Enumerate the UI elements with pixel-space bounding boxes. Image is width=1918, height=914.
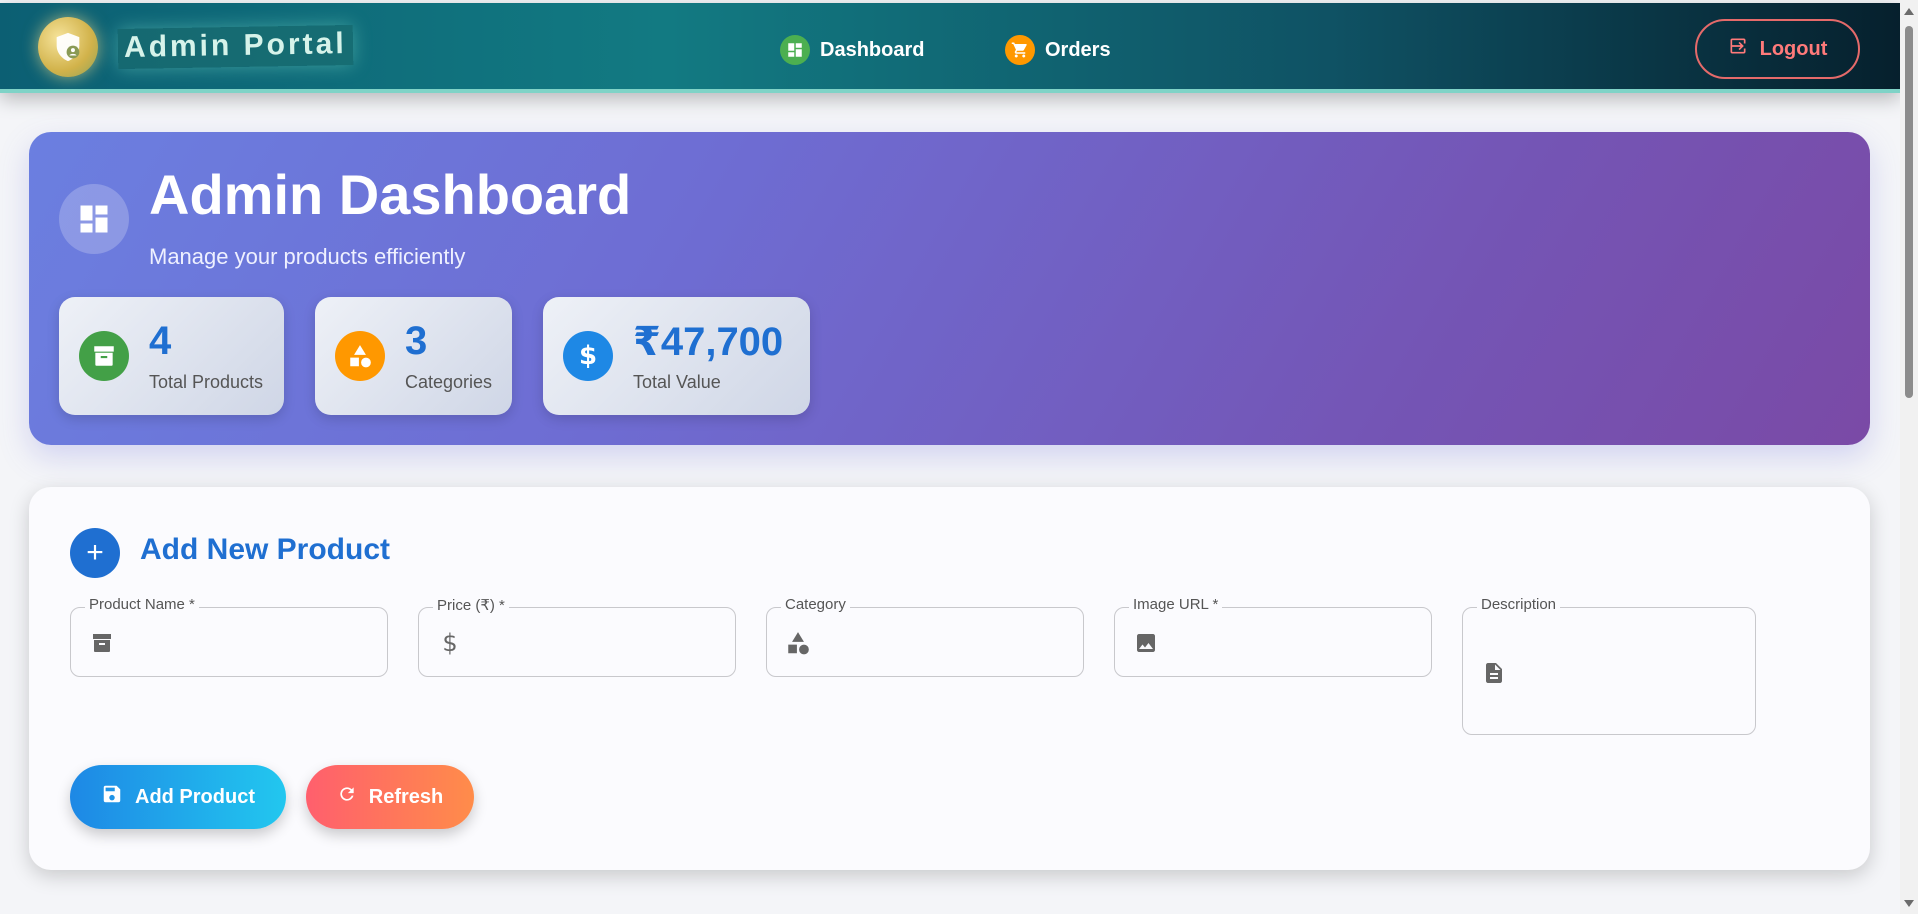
scroll-down-arrow-icon[interactable]: [1904, 900, 1914, 907]
price-field[interactable]: Price (₹) * $: [418, 596, 736, 677]
logout-button[interactable]: Logout: [1695, 19, 1860, 79]
dollar-icon: $: [442, 629, 458, 657]
top-navbar: Admin Portal Dashboard Orders Logout: [0, 3, 1900, 93]
field-label: Price (₹) *: [433, 596, 509, 614]
stat-card-categories: 3 Categories: [315, 297, 512, 415]
description-input[interactable]: [1521, 622, 1741, 720]
page-scrollbar[interactable]: [1900, 0, 1918, 914]
nav-link-dashboard[interactable]: Dashboard: [780, 35, 924, 65]
category-field[interactable]: Category: [766, 596, 1084, 677]
logout-icon: [1728, 36, 1748, 62]
page-title: Admin Dashboard: [149, 163, 632, 226]
stat-card-total-products: 4 Total Products: [59, 297, 284, 415]
stat-value: ₹47,700: [633, 320, 784, 364]
scroll-up-arrow-icon[interactable]: [1904, 8, 1914, 15]
dollar-icon: $: [563, 331, 613, 381]
page-subtitle: Manage your products efficiently: [149, 244, 466, 269]
field-label: Description: [1477, 596, 1561, 613]
nav-link-label: Orders: [1045, 38, 1111, 61]
stat-card-total-value: $ ₹47,700 Total Value: [543, 297, 810, 415]
dashboard-icon: [59, 184, 129, 254]
dashboard-hero: Admin Dashboard Manage your products eff…: [29, 132, 1870, 445]
category-icon: [335, 331, 385, 381]
refresh-icon: [337, 784, 357, 810]
archive-icon: [89, 630, 115, 656]
image-icon: [1133, 630, 1159, 656]
stat-label: Total Value: [633, 372, 721, 392]
brand-title: Admin Portal: [117, 24, 354, 70]
add-product-label: Add Product: [135, 785, 255, 808]
stat-value: 3: [405, 319, 428, 363]
archive-icon: [79, 331, 129, 381]
plus-icon: +: [70, 528, 120, 578]
stat-value: 4: [149, 319, 172, 363]
refresh-button[interactable]: Refresh: [306, 765, 474, 829]
scroll-thumb[interactable]: [1905, 26, 1913, 398]
nav-link-label: Dashboard: [820, 38, 925, 61]
save-icon: [101, 783, 123, 811]
panel-title: Add New Product: [140, 533, 391, 566]
field-label: Category: [781, 596, 850, 613]
price-input[interactable]: [477, 622, 717, 662]
product-name-field[interactable]: Product Name *: [70, 596, 388, 677]
field-label: Product Name *: [85, 596, 199, 613]
nav-link-orders[interactable]: Orders: [1005, 35, 1111, 65]
description-field[interactable]: Description: [1462, 596, 1756, 735]
stat-label: Categories: [405, 372, 493, 392]
add-product-button[interactable]: Add Product: [70, 765, 286, 829]
add-product-panel: + Add New Product Product Name * Price (…: [29, 487, 1870, 870]
image-url-input[interactable]: [1173, 622, 1413, 662]
category-input[interactable]: [825, 622, 1065, 662]
stat-label: Total Products: [149, 372, 264, 392]
image-url-field[interactable]: Image URL *: [1114, 596, 1432, 677]
admin-shield-logo-icon: [38, 17, 98, 77]
dashboard-icon: [780, 35, 810, 65]
product-name-input[interactable]: [129, 622, 369, 662]
refresh-label: Refresh: [368, 785, 444, 808]
document-icon: [1481, 660, 1507, 686]
field-label: Image URL *: [1129, 596, 1223, 613]
logout-label: Logout: [1759, 37, 1828, 60]
category-icon: [785, 630, 811, 656]
cart-icon: [1005, 35, 1035, 65]
